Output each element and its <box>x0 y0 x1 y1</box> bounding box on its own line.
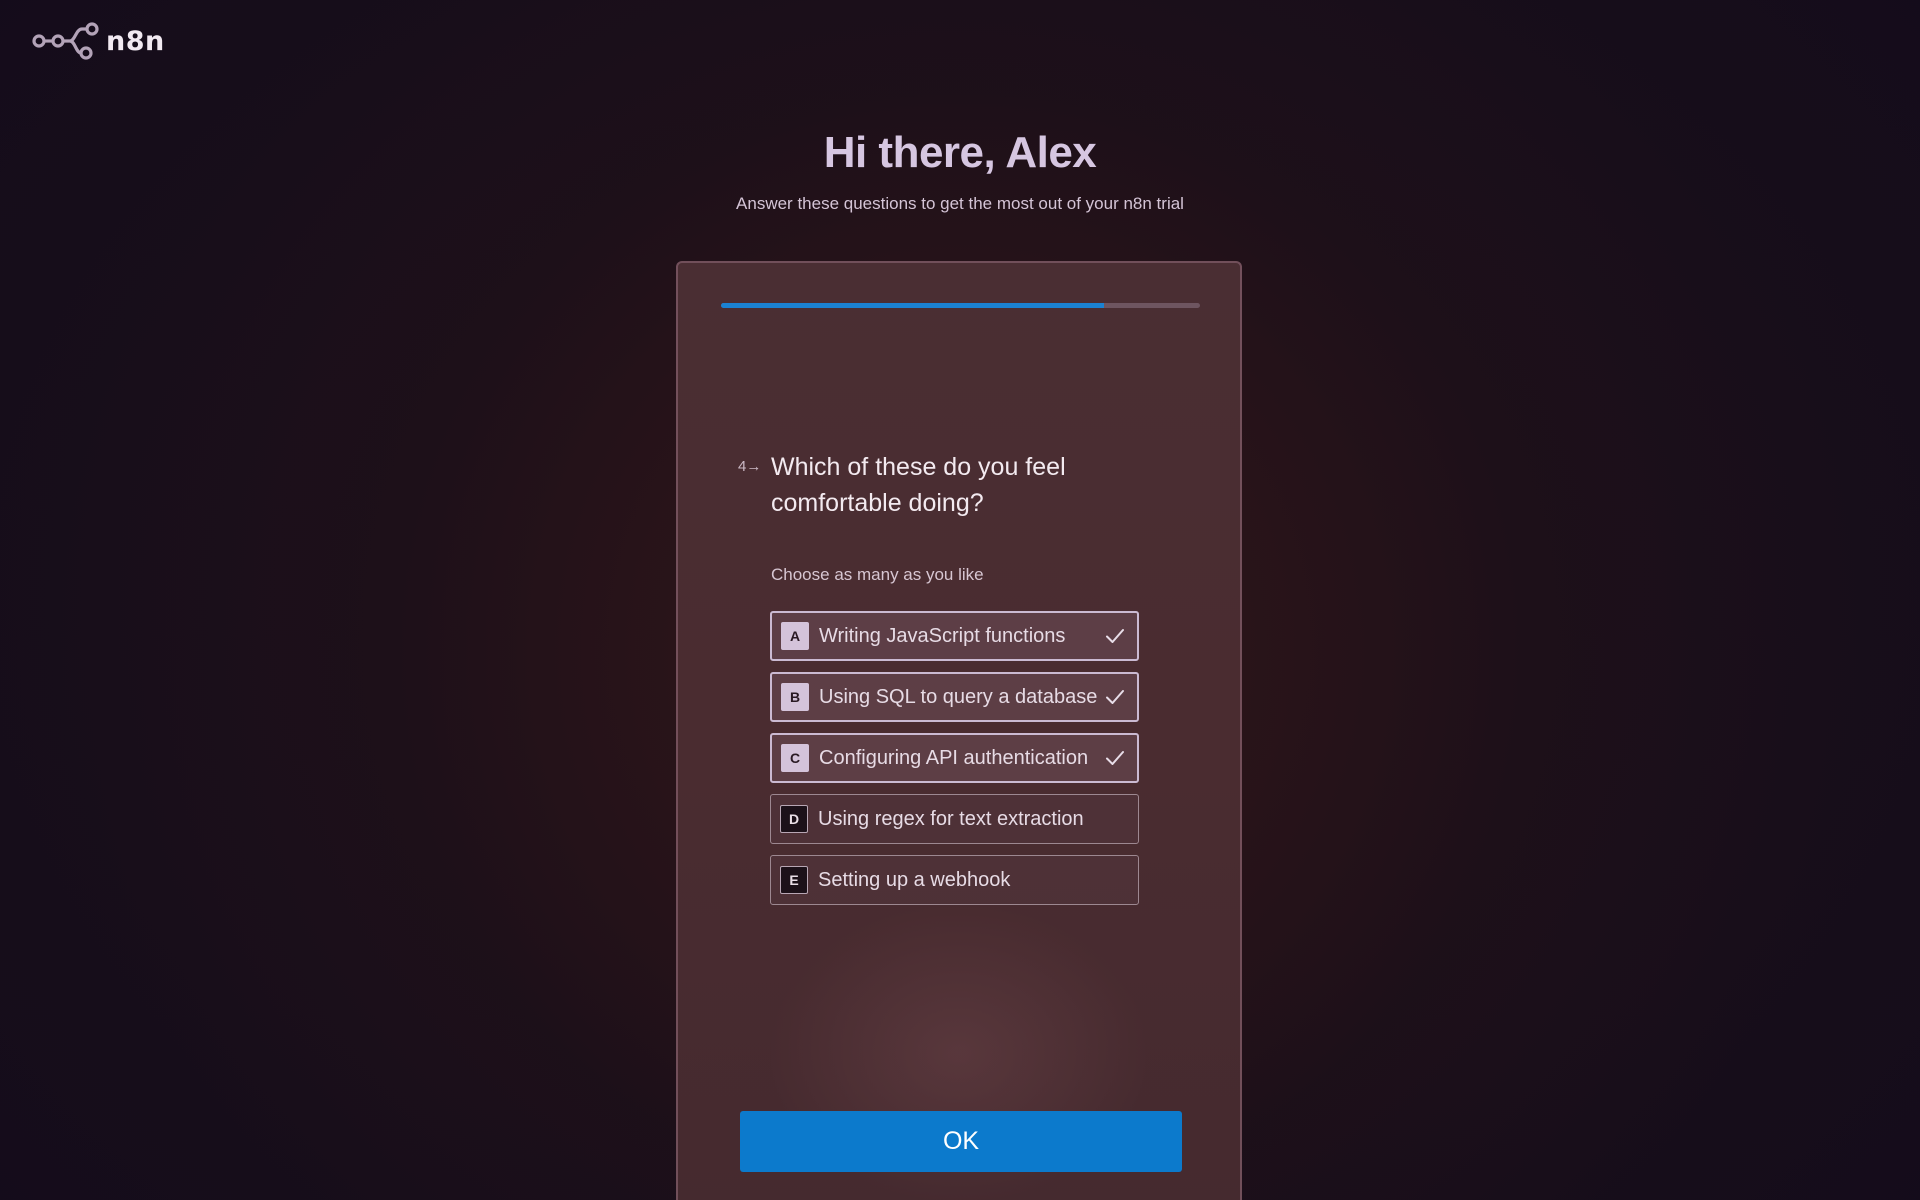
progress-bar <box>721 303 1200 308</box>
progress-fill <box>721 303 1105 308</box>
question-number: 4→ <box>738 458 762 475</box>
option-d[interactable]: D Using regex for text extraction <box>770 794 1139 844</box>
option-e[interactable]: E Setting up a webhook <box>770 855 1139 905</box>
ok-button[interactable]: OK <box>740 1111 1182 1172</box>
question-text: Which of these do you feel comfortable d… <box>771 453 1066 517</box>
question-hint: Choose as many as you like <box>771 565 984 584</box>
page-subtitle: Answer these questions to get the most o… <box>736 194 1184 213</box>
option-key: E <box>780 866 808 894</box>
option-key: A <box>781 622 809 650</box>
option-key: B <box>781 683 809 711</box>
option-a[interactable]: A Writing JavaScript functions <box>770 611 1139 661</box>
brand-name: n8n <box>106 25 165 57</box>
page-title: Hi there, Alex <box>823 128 1097 177</box>
option-key: C <box>781 744 809 772</box>
option-label: Using regex for text extraction <box>818 807 1084 830</box>
option-key: D <box>780 805 808 833</box>
option-label: Configuring API authentication <box>819 746 1089 769</box>
survey-card: 4→ Which of these do you feel comfortabl… <box>676 261 1242 1200</box>
n8n-logo: n8n <box>32 22 165 60</box>
n8n-nodes-logo-icon <box>32 22 99 60</box>
page-header: Hi there, Alex Answer these questions to… <box>0 128 1920 214</box>
option-b[interactable]: B Using SQL to query a database <box>770 672 1139 722</box>
check-icon <box>1106 629 1124 643</box>
option-label: Setting up a webhook <box>818 868 1011 891</box>
question: 4→ Which of these do you feel comfortabl… <box>738 449 1131 521</box>
check-icon <box>1106 751 1124 765</box>
option-c[interactable]: C Configuring API authentication <box>770 733 1139 783</box>
option-label: Writing JavaScript functions <box>819 624 1066 647</box>
option-label: Using SQL to query a database <box>819 685 1098 708</box>
check-icon <box>1106 690 1124 704</box>
options-list: A Writing JavaScript functions B Using S… <box>770 611 1139 916</box>
